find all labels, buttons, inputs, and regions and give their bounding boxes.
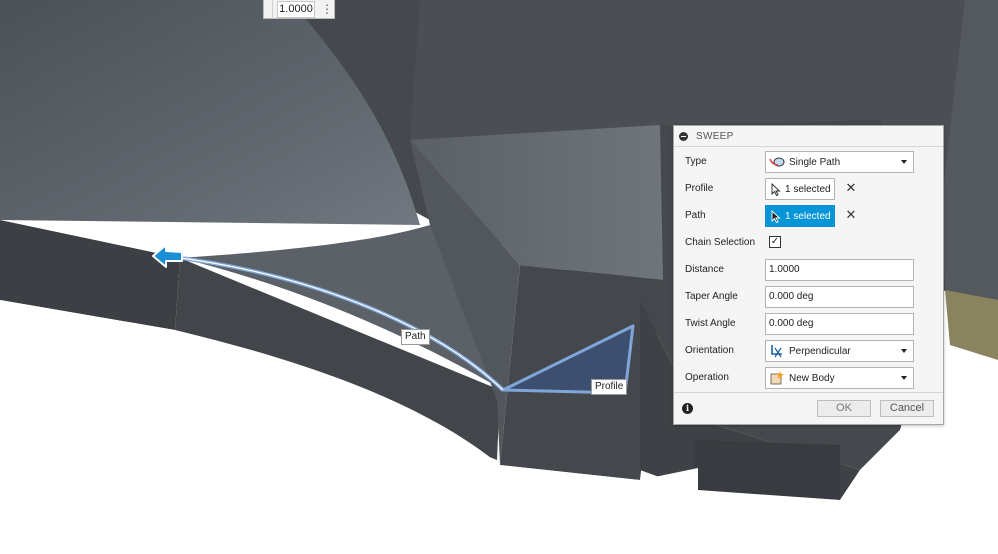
- collapse-dialog-icon[interactable]: [679, 131, 688, 141]
- operation-dropdown[interactable]: New Body: [765, 367, 914, 389]
- taper-angle-row: Taper Angle 0.000 deg: [674, 285, 943, 309]
- twist-angle-row: Twist Angle 0.000 deg: [674, 312, 943, 336]
- model-right-tan-face: [945, 290, 998, 360]
- path-selection-count: 1 selected: [785, 210, 831, 222]
- type-row: Type Single Path: [674, 150, 943, 174]
- profile-row: Profile 1 selected ✕: [674, 177, 943, 201]
- distance-mini-input[interactable]: 1.0000: [277, 0, 315, 18]
- operation-value: New Body: [789, 372, 835, 384]
- more-options-icon[interactable]: ⋮: [321, 2, 333, 17]
- profile-label: Profile: [591, 379, 628, 395]
- toolbar-grip-handle[interactable]: [264, 0, 273, 18]
- orientation-label: Orientation: [685, 345, 734, 356]
- clear-profile-selection-icon[interactable]: ✕: [844, 181, 858, 195]
- chevron-down-icon: [901, 349, 907, 353]
- orientation-value: Perpendicular: [789, 345, 851, 357]
- operation-row: Operation New Body: [674, 366, 943, 390]
- dialog-title: SWEEP: [696, 130, 734, 142]
- distance-input[interactable]: 1.0000: [765, 259, 914, 281]
- type-value: Single Path: [789, 156, 841, 168]
- perpendicular-icon: [771, 345, 782, 358]
- type-dropdown[interactable]: Single Path: [765, 151, 914, 173]
- cursor-arrow-icon: [771, 182, 781, 196]
- path-select-button[interactable]: 1 selected: [765, 205, 835, 227]
- chevron-down-icon: [901, 376, 907, 380]
- operation-label: Operation: [685, 372, 729, 383]
- path-label: Path: [401, 329, 430, 345]
- cursor-arrow-icon: [771, 209, 781, 223]
- distance-row: Distance 1.0000: [674, 258, 943, 282]
- twist-angle-input[interactable]: 0.000 deg: [765, 313, 914, 335]
- single-path-icon: [769, 157, 785, 167]
- distance-label: Distance: [685, 264, 724, 275]
- dialog-footer: i OK Cancel: [674, 392, 943, 424]
- chain-selection-row: Chain Selection ✓: [674, 231, 943, 255]
- clear-path-selection-icon[interactable]: ✕: [844, 208, 858, 222]
- profile-select-button[interactable]: 1 selected: [765, 178, 835, 200]
- twist-angle-label: Twist Angle: [685, 318, 736, 329]
- sweep-dialog: SWEEP Type Single Path Profile 1 selecte…: [673, 125, 944, 425]
- chain-selection-label: Chain Selection: [685, 237, 756, 248]
- chevron-down-icon: [901, 160, 907, 164]
- orientation-dropdown[interactable]: Perpendicular: [765, 340, 914, 362]
- new-body-icon: [770, 371, 784, 385]
- taper-angle-input[interactable]: 0.000 deg: [765, 286, 914, 308]
- info-icon[interactable]: i: [682, 403, 693, 414]
- distance-mini-toolbar: 1.0000 ⋮: [263, 0, 335, 19]
- path-row: Path 1 selected ✕: [674, 204, 943, 228]
- profile-row-label: Profile: [685, 183, 714, 194]
- ok-button[interactable]: OK: [817, 400, 871, 417]
- model-right-lower-face: [695, 440, 840, 500]
- profile-selection-count: 1 selected: [785, 183, 831, 195]
- chain-selection-checkbox[interactable]: ✓: [769, 236, 781, 248]
- path-row-label: Path: [685, 210, 706, 221]
- dialog-header: SWEEP: [674, 126, 943, 147]
- orientation-row: Orientation Perpendicular: [674, 339, 943, 363]
- cancel-button[interactable]: Cancel: [880, 400, 934, 417]
- type-label: Type: [685, 156, 707, 167]
- taper-angle-label: Taper Angle: [685, 291, 738, 302]
